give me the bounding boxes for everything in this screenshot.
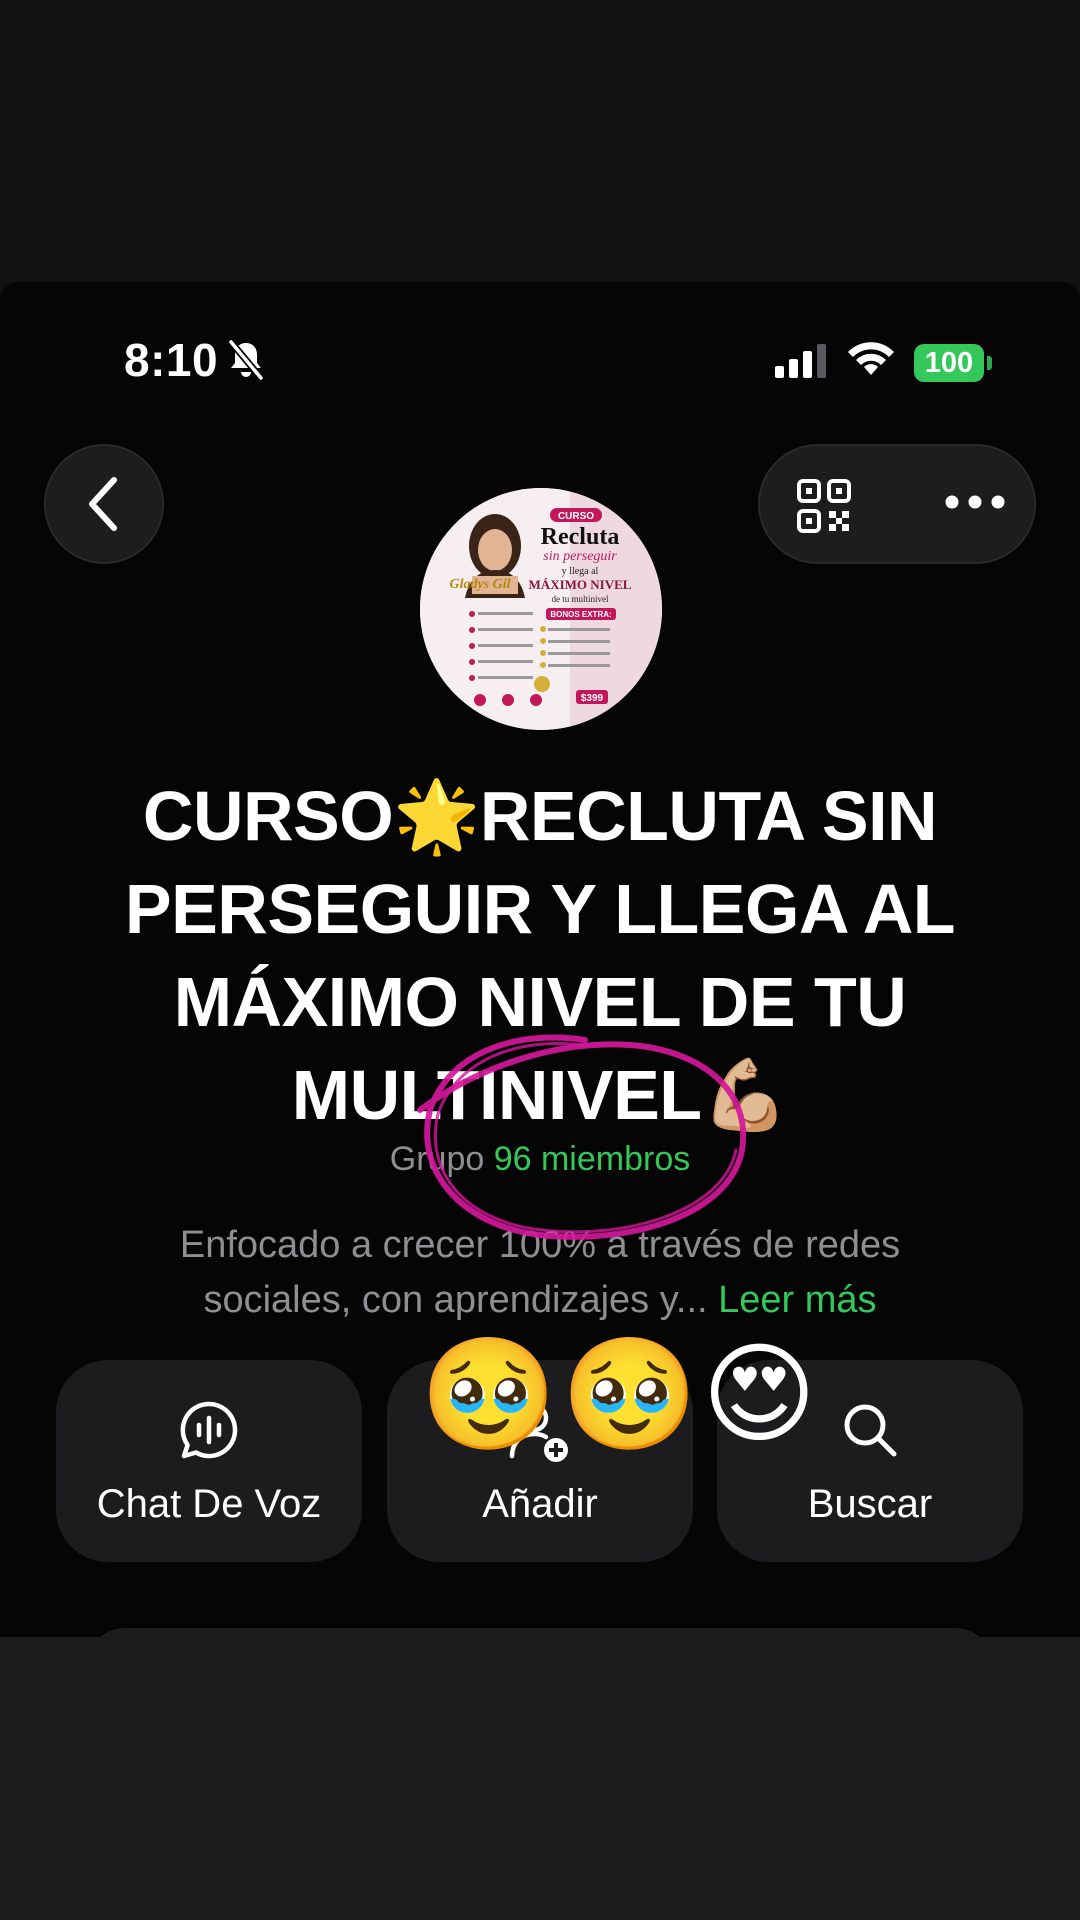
- poster-name: Gladys Gil: [449, 577, 510, 592]
- status-time: 8:10: [124, 334, 219, 386]
- bottom-sheet-edge: [85, 1628, 995, 1668]
- group-title-line-4: MULTINIVEL💪🏼: [291, 1056, 789, 1134]
- ellipsis-icon[interactable]: [945, 494, 1005, 510]
- battery-indicator: 100: [914, 344, 984, 382]
- bottom-panel: [0, 1637, 1080, 1920]
- add-member-label: Añadir: [482, 1482, 598, 1526]
- back-button[interactable]: [44, 444, 164, 564]
- poster-line2: sin perseguir: [543, 549, 617, 564]
- group-type: Grupo: [389, 1140, 485, 1178]
- read-more-link[interactable]: Leer más: [718, 1279, 876, 1321]
- description-line-1: Enfocado a crecer 100% a través de redes: [179, 1224, 901, 1266]
- qr-code-icon[interactable]: [796, 478, 852, 534]
- battery-tip: [987, 356, 992, 370]
- poster-price: $399: [581, 693, 604, 704]
- wifi-icon: [848, 342, 894, 375]
- voice-chat-icon: [180, 1401, 238, 1459]
- top-black-band: [0, 0, 1080, 282]
- voice-chat-button[interactable]: Chat De Voz: [56, 1360, 362, 1562]
- voice-chat-label: Chat De Voz: [96, 1482, 322, 1526]
- cellular-signal-icon: [775, 344, 826, 378]
- group-title-line-2: PERSEGUIR Y LLEGA AL: [124, 870, 956, 948]
- header-actions: [758, 444, 1036, 564]
- emoji-sticker: 🥹🥹😍: [420, 1333, 821, 1456]
- bell-slash-icon: [228, 339, 264, 381]
- group-subtitle: Grupo 96 miembros: [0, 1140, 1080, 1179]
- chevron-left-icon: [89, 477, 117, 531]
- poster-line3: y llega al: [562, 566, 599, 577]
- description-line-2: sociales, con aprendizajes y...: [203, 1279, 708, 1321]
- poster-tag: CURSO: [558, 511, 594, 522]
- poster-bonus: BONOS EXTRA:: [550, 610, 611, 619]
- poster-line5: de tu multinivel: [552, 594, 609, 604]
- group-title: CURSO🌟RECLUTA SIN PERSEGUIR Y LLEGA AL M…: [70, 770, 1010, 1142]
- search-icon: [844, 1404, 897, 1457]
- members-link[interactable]: 96 miembros: [494, 1140, 691, 1178]
- group-title-line-1: CURSO🌟RECLUTA SIN: [142, 777, 938, 855]
- poster-line4: MÁXIMO NIVEL: [529, 577, 632, 592]
- group-avatar[interactable]: CURSO Recluta sin perseguir y llega al M…: [420, 488, 662, 730]
- poster-line1: Recluta: [541, 524, 620, 550]
- search-label: Buscar: [807, 1482, 933, 1526]
- group-description: Enfocado a crecer 100% a través de redes…: [120, 1218, 960, 1328]
- group-title-line-3: MÁXIMO NIVEL DE TU: [173, 963, 907, 1041]
